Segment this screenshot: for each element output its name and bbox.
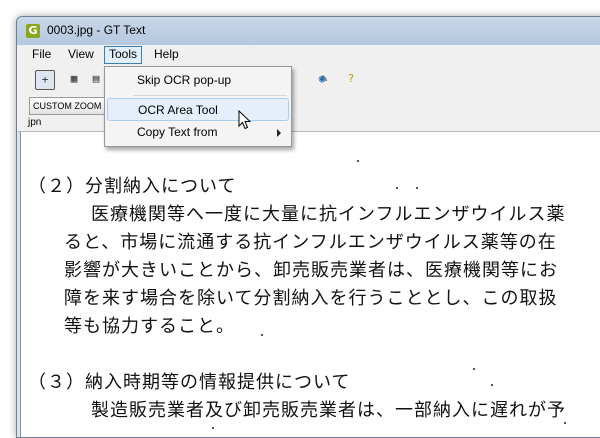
text-line: 影響が大きいことから、卸売販売業者は、医療機関等にお (64, 260, 558, 281)
menu-item-skip-ocr-popup[interactable]: Skip OCR pop-up (107, 69, 289, 91)
menu-bar: File View Tools Help (17, 45, 600, 65)
window-title: 0003.jpg - GT Text (47, 23, 146, 37)
menu-item-label: Copy Text from (137, 125, 218, 139)
tools-menu-dropdown: Skip OCR pop-up OCR Area Tool Copy Text … (104, 66, 292, 147)
menu-item-ocr-area-tool[interactable]: OCR Area Tool (107, 98, 289, 121)
text-line: 医療機関等へ一度に大量に抗インフルエンザウイルス薬 (91, 204, 566, 225)
menu-separator (133, 95, 287, 96)
menu-item-copy-text-from[interactable]: Copy Text from (107, 121, 289, 143)
title-bar[interactable]: G 0003.jpg - GT Text (17, 17, 600, 45)
help-icon[interactable]: ? (342, 70, 360, 88)
menu-item-label: OCR Area Tool (138, 103, 218, 117)
menu-help[interactable]: Help (150, 47, 183, 63)
menu-view[interactable]: View (64, 47, 98, 63)
text-line: ると、市場に流通する抗インフルエンザウイルス薬等の在 (64, 232, 557, 253)
submenu-arrow-icon (277, 129, 281, 137)
area-select-icon[interactable]: + (35, 70, 55, 90)
scan-speck (261, 334, 263, 336)
text-line: 等も協力すること。 (64, 316, 235, 337)
scan-speck (473, 368, 475, 370)
document-view[interactable]: （２）分割納入について 医療機関等へ一度に大量に抗インフルエンザウイルス薬 ると… (20, 132, 600, 437)
text-line: 製造販売業者及び卸売販売業者は、一部納入に遅れが予 (91, 400, 566, 421)
text-line: （３）納入時期等の情報提供について (28, 372, 351, 393)
text-line: （２）分割納入について (28, 176, 237, 197)
app-icon: G (26, 24, 40, 38)
scan-speck (396, 187, 398, 189)
menu-file[interactable]: File (28, 47, 55, 63)
scan-speck (212, 427, 214, 429)
language-label[interactable]: jpn (28, 117, 41, 128)
document-icon[interactable]: ▤ (87, 70, 105, 88)
menu-item-label: Skip OCR pop-up (137, 73, 232, 87)
scan-speck (357, 160, 359, 162)
menu-tools[interactable]: Tools (104, 46, 143, 64)
scan-speck (491, 384, 493, 386)
grid-icon[interactable]: ▦ (65, 70, 83, 88)
globe-icon[interactable]: ◉ (313, 70, 331, 88)
scan-speck (416, 187, 418, 189)
text-line: 障を来す場合を除いて分割納入を行うこととし、この取扱 (64, 288, 558, 309)
mouse-pointer-icon (238, 109, 252, 134)
scan-speck (564, 422, 566, 424)
